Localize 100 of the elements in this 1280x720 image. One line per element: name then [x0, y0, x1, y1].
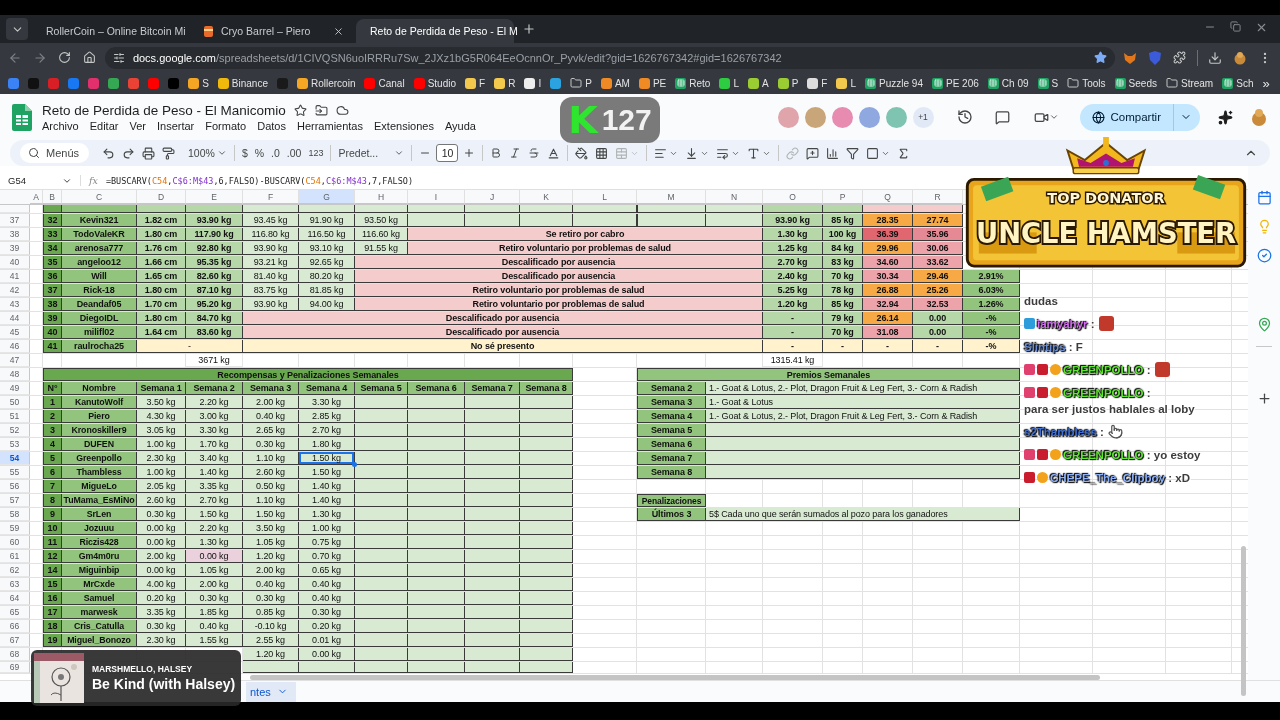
- row-number[interactable]: 47: [0, 354, 30, 367]
- menu-item[interactable]: Formato: [205, 119, 247, 132]
- add-icon[interactable]: [1256, 391, 1272, 406]
- bookmark[interactable]: Studio: [427, 77, 456, 89]
- font-size-field[interactable]: 10: [436, 144, 459, 162]
- row-number[interactable]: 68: [0, 648, 30, 661]
- row-number[interactable]: 64: [0, 592, 30, 605]
- column-header[interactable]: O: [763, 190, 823, 204]
- row-number[interactable]: 49: [0, 382, 30, 395]
- column-header[interactable]: J: [465, 190, 520, 204]
- number-format-button[interactable]: 123: [306, 143, 326, 163]
- sheet-tab[interactable]: ntes: [246, 681, 296, 702]
- more-collaborators[interactable]: +1: [912, 106, 934, 128]
- row-number[interactable]: 42: [0, 284, 30, 297]
- row-number[interactable]: 51: [0, 410, 30, 423]
- menu-item[interactable]: Ver: [129, 119, 146, 132]
- column-header[interactable]: F: [243, 190, 299, 204]
- bookmark[interactable]: Canal: [378, 77, 405, 89]
- column-header[interactable]: N: [706, 190, 763, 204]
- bookmark[interactable]: Stream: [1180, 77, 1214, 89]
- column-header[interactable]: D: [137, 190, 186, 204]
- row-number[interactable]: 67: [0, 634, 30, 647]
- row-number[interactable]: 46: [0, 340, 30, 353]
- star-icon[interactable]: [293, 103, 307, 117]
- row-number[interactable]: 62: [0, 564, 30, 577]
- column-header[interactable]: I: [408, 190, 465, 204]
- row-number[interactable]: 63: [0, 578, 30, 591]
- row-number[interactable]: 52: [0, 424, 30, 437]
- scroll-bar[interactable]: [250, 674, 1100, 680]
- row-number[interactable]: 66: [0, 620, 30, 633]
- bookmark[interactable]: AM: [614, 77, 630, 89]
- row-number[interactable]: 53: [0, 438, 30, 451]
- row-number[interactable]: 40: [0, 256, 30, 269]
- browser-tab[interactable]: Cryo Barrel – Piero: [194, 19, 352, 43]
- row-number[interactable]: 56: [0, 480, 30, 493]
- bookmark[interactable]: Reto: [689, 77, 711, 89]
- more-bookmarks[interactable]: »: [1262, 75, 1270, 91]
- row-number[interactable]: 69: [0, 662, 30, 673]
- row-number[interactable]: 44: [0, 312, 30, 325]
- bookmark[interactable]: R: [508, 77, 516, 89]
- column-header[interactable]: M: [637, 190, 706, 204]
- share-button[interactable]: Compartir: [1079, 103, 1200, 131]
- bookmark-star-icon[interactable]: [1093, 51, 1107, 64]
- bookmark[interactable]: Rollercoin: [311, 77, 356, 89]
- bookmark[interactable]: Binance: [231, 77, 268, 89]
- row-number[interactable]: 45: [0, 326, 30, 339]
- column-header[interactable]: L: [573, 190, 637, 204]
- bookmark[interactable]: F: [821, 77, 828, 89]
- address-bar[interactable]: docs.google.com/spreadsheets/d/1CIVQSN6uoIRRRu7Sw_2JXz1bG5R064EeOcnnOr_Pyvk/edit?gid=1626767342#gid=1626767342: [104, 46, 1115, 69]
- increase-decimals-button[interactable]: .00: [284, 143, 304, 163]
- restore-icon[interactable]: [1230, 20, 1241, 32]
- bookmark[interactable]: S: [202, 77, 209, 89]
- column-header[interactable]: P: [823, 190, 863, 204]
- row-number[interactable]: 38: [0, 228, 30, 241]
- bookmark[interactable]: P: [791, 77, 799, 89]
- column-header[interactable]: B: [43, 190, 62, 204]
- row-number[interactable]: 57: [0, 494, 30, 507]
- row-number[interactable]: 60: [0, 536, 30, 549]
- sheets-logo[interactable]: [12, 103, 32, 131]
- row-number[interactable]: 54: [0, 452, 30, 465]
- menu-item[interactable]: Datos: [257, 119, 286, 132]
- column-header[interactable]: Q: [863, 190, 913, 204]
- cloud-icon[interactable]: [335, 103, 349, 117]
- search-menus-field[interactable]: Menús: [20, 143, 90, 163]
- font-dropdown[interactable]: Predet...: [336, 143, 407, 163]
- name-box[interactable]: G54: [0, 175, 80, 186]
- menu-item[interactable]: Archivo: [42, 119, 79, 132]
- row-number[interactable]: 39: [0, 242, 30, 255]
- document-title[interactable]: Reto de Perdida de Peso - El Manicomio: [42, 102, 286, 118]
- bookmark[interactable]: L: [850, 77, 857, 89]
- close-icon[interactable]: [333, 25, 344, 37]
- column-header[interactable]: E: [186, 190, 243, 204]
- browser-tab[interactable]: RollerCoin – Online Bitcoin Mi: [32, 19, 190, 43]
- row-number[interactable]: 59: [0, 522, 30, 535]
- bookmark[interactable]: I: [538, 77, 542, 89]
- bookmark[interactable]: L: [733, 77, 739, 89]
- row-number[interactable]: 50: [0, 396, 30, 409]
- bookmark[interactable]: Ch 09: [1001, 77, 1029, 89]
- bookmark[interactable]: S: [1051, 77, 1059, 89]
- column-header[interactable]: G: [299, 190, 355, 204]
- tasks-icon[interactable]: [1256, 248, 1272, 263]
- row-number[interactable]: 61: [0, 550, 30, 563]
- row-number[interactable]: 55: [0, 466, 30, 479]
- row-number[interactable]: 43: [0, 298, 30, 311]
- decrease-decimals-button[interactable]: .0: [269, 143, 282, 163]
- row-number[interactable]: 48: [0, 368, 30, 381]
- menu-item[interactable]: Editar: [89, 119, 119, 132]
- zoom-dropdown[interactable]: 100%: [186, 143, 229, 163]
- bookmark[interactable]: Puzzle 94: [879, 77, 923, 89]
- formula-field[interactable]: =BUSCARV(C54,C$6:M$43,6,FALSO)-BUSCARV(C54,C$6:M$43,7,FALSO): [105, 175, 413, 186]
- menu-item[interactable]: Insertar: [156, 119, 195, 132]
- map-pin-icon[interactable]: [1256, 317, 1272, 332]
- menu-item[interactable]: Ayuda: [444, 119, 476, 132]
- currency-button[interactable]: $: [239, 143, 250, 163]
- column-header[interactable]: C: [62, 190, 137, 204]
- column-header[interactable]: A: [30, 190, 43, 204]
- menu-item[interactable]: Extensiones: [374, 119, 434, 132]
- bookmark[interactable]: Tools: [1082, 77, 1106, 89]
- move-icon[interactable]: [314, 103, 328, 117]
- bookmark[interactable]: PE 206: [946, 77, 979, 89]
